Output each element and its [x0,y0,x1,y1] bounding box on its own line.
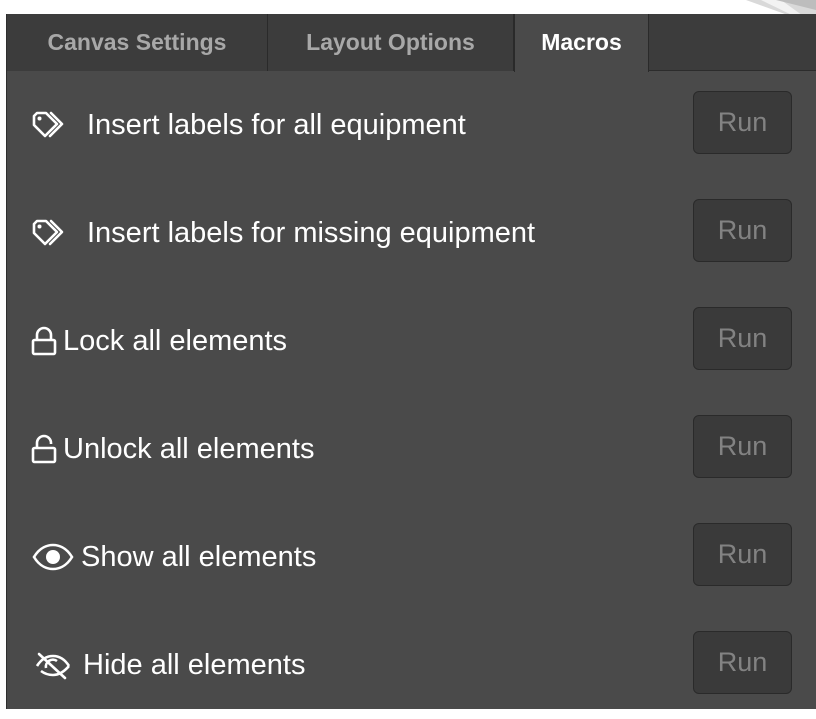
run-button-insert-labels-all[interactable]: Run [693,91,792,154]
macro-label-text: Insert labels for all equipment [87,108,466,141]
macro-label: Show all elements [31,503,316,611]
run-button-lock-all[interactable]: Run [693,307,792,370]
eye-off-icon [31,650,75,680]
macro-row-lock-all: Lock all elements Run [7,287,816,395]
macro-label: Insert labels for missing equipment [31,179,535,287]
macro-label: Lock all elements [31,287,287,395]
macro-row-hide-all: Hide all elements Run [7,611,816,719]
tag-icon [31,110,79,140]
macro-label-text: Lock all elements [63,324,288,357]
macro-label-text: Show all elements [81,540,317,573]
tab-layout-options[interactable]: Layout Options [268,14,514,71]
macro-label: Hide all elements [31,611,305,719]
macro-label-text: Insert labels for missing equipment [87,216,536,249]
macro-label-text: Hide all elements [83,648,306,681]
macros-panel: Canvas Settings Layout Options Macros In… [6,14,816,709]
eye-icon [31,542,75,572]
run-button-show-all[interactable]: Run [693,523,792,586]
tab-canvas-settings[interactable]: Canvas Settings [7,14,268,71]
lock-icon [31,326,57,356]
run-button-unlock-all[interactable]: Run [693,415,792,478]
macro-label-text: Unlock all elements [63,432,315,465]
macro-label: Insert labels for all equipment [31,71,466,179]
tab-bar: Canvas Settings Layout Options Macros [7,14,816,72]
macro-label: Unlock all elements [31,395,314,503]
run-button-insert-labels-missing[interactable]: Run [693,199,792,262]
run-button-hide-all[interactable]: Run [693,631,792,694]
tag-icon [31,218,79,248]
tab-macros[interactable]: Macros [514,14,649,72]
macro-row-insert-labels-all: Insert labels for all equipment Run [7,71,816,179]
macro-row-insert-labels-missing: Insert labels for missing equipment Run [7,179,816,287]
macro-row-show-all: Show all elements Run [7,503,816,611]
unlock-icon [31,434,57,464]
macro-row-unlock-all: Unlock all elements Run [7,395,816,503]
